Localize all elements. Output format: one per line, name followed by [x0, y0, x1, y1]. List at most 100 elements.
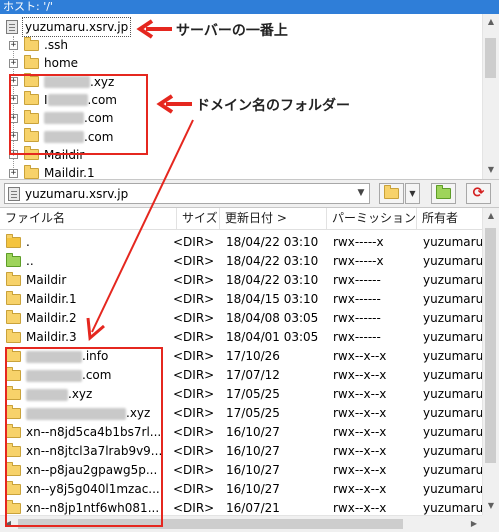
chevron-down-icon[interactable]: ▼ — [353, 184, 369, 203]
tree-item-label: Maildir.1 — [44, 166, 95, 180]
tree-item[interactable]: + Maildir.1 — [9, 164, 95, 180]
refresh-button[interactable]: ⟳ — [466, 183, 491, 204]
file-permission-cell: rwx------ — [333, 292, 381, 306]
file-permission-cell: rwx--x--x — [333, 463, 387, 477]
parent-directory-button[interactable] — [431, 183, 456, 204]
tree-item-label: home — [44, 56, 79, 71]
file-name-text: Maildir — [26, 273, 67, 287]
file-permission-cell: rwx------ — [333, 330, 381, 344]
column-header-owner[interactable]: 所有者 — [417, 208, 482, 229]
server-top-callout: サーバーの一番上 — [176, 23, 288, 39]
domain-folders-callout: ドメイン名のフォルダー — [196, 98, 350, 114]
list-scroll-thumb[interactable] — [485, 228, 496, 463]
file-size-cell: <DIR> — [173, 501, 215, 515]
file-permission-cell: rwx--x--x — [333, 501, 387, 515]
list-vertical-scrollbar[interactable]: ▲ ▼ — [482, 208, 499, 515]
column-header-permission[interactable]: パーミッション — [327, 208, 417, 229]
file-name-text: . — [26, 235, 30, 249]
scroll-down-arrow-icon[interactable]: ▼ — [483, 498, 499, 514]
file-size-cell: <DIR> — [173, 463, 215, 477]
scroll-right-arrow-icon[interactable]: ▶ — [466, 516, 482, 532]
list-domain-highlight-box — [5, 347, 163, 527]
file-permission-cell: rwx--x--x — [333, 444, 387, 458]
folder-icon — [24, 36, 39, 51]
file-size-cell: <DIR> — [173, 330, 215, 344]
file-modified-cell: 18/04/22 03:10 — [226, 273, 319, 287]
file-size-cell: <DIR> — [173, 425, 215, 439]
file-name-text: Maildir.2 — [26, 311, 77, 325]
file-modified-cell: 16/10/27 — [226, 444, 280, 458]
current-folder-icon — [6, 234, 21, 248]
file-owner-cell: yuzumaru — [423, 444, 482, 458]
file-size-cell: <DIR> — [173, 444, 215, 458]
file-name-cell: .. — [6, 252, 174, 271]
file-owner-cell: yuzumaru — [423, 349, 482, 363]
file-size-cell: <DIR> — [173, 273, 215, 287]
file-row[interactable]: Maildir.3 <DIR> 18/04/01 03:05 rwx------ yuz… — [0, 328, 482, 347]
file-permission-cell: rwx------ — [333, 273, 381, 287]
file-modified-cell: 16/07/21 — [226, 501, 280, 515]
file-modified-cell: 16/10/27 — [226, 425, 280, 439]
file-modified-cell: 17/05/25 — [226, 387, 280, 401]
file-permission-cell: rwx-----x — [333, 254, 384, 268]
folder-icon — [6, 329, 21, 343]
path-toolbar: yuzumaru.xsrv.jp ▼ ▼ ⟳ — [0, 180, 499, 208]
refresh-icon: ⟳ — [472, 185, 485, 201]
tree-item[interactable]: + .ssh — [9, 36, 68, 54]
column-header-name[interactable]: ファイル名 — [0, 208, 177, 229]
folder-menu-dropdown[interactable]: ▼ — [405, 183, 420, 204]
remote-path-label: ホスト: '/' — [3, 0, 53, 13]
remote-path-header: ホスト: '/' — [0, 0, 499, 14]
folder-icon — [6, 310, 21, 324]
file-modified-cell: 18/04/22 03:10 — [226, 254, 319, 268]
file-owner-cell: yuzumaru — [423, 235, 482, 249]
file-row[interactable]: Maildir <DIR> 18/04/22 03:10 rwx------ yuzum… — [0, 271, 482, 290]
tree-root[interactable]: yuzumaru.xsrv.jp — [6, 17, 132, 37]
open-folder-button[interactable] — [379, 183, 404, 204]
expand-toggle-icon[interactable]: + — [9, 40, 18, 50]
file-modified-cell: 18/04/08 03:05 — [226, 311, 319, 325]
file-permission-cell: rwx--x--x — [333, 482, 387, 496]
file-modified-cell: 16/10/27 — [226, 482, 280, 496]
path-combobox[interactable]: yuzumaru.xsrv.jp ▼ — [4, 183, 370, 204]
tree-item[interactable]: + home — [9, 54, 78, 72]
folder-icon — [24, 164, 39, 179]
file-owner-cell: yuzumaru — [423, 425, 482, 439]
file-modified-cell: 18/04/22 03:10 — [226, 235, 319, 249]
file-owner-cell: yuzumaru — [423, 273, 482, 287]
file-modified-cell: 18/04/01 03:05 — [226, 330, 319, 344]
tree-vertical-scrollbar[interactable]: ▲ ▼ — [482, 14, 499, 179]
file-name-cell: Maildir — [6, 271, 174, 290]
file-row[interactable]: . <DIR> 18/04/22 03:10 rwx-----x yuzumaru — [0, 233, 482, 252]
file-name-text: .. — [26, 254, 34, 268]
tree-root-label: yuzumaru.xsrv.jp — [21, 17, 132, 37]
file-permission-cell: rwx--x--x — [333, 368, 387, 382]
scroll-up-arrow-icon[interactable]: ▲ — [483, 14, 499, 30]
file-owner-cell: yuzumaru — [423, 368, 482, 382]
column-header-modified[interactable]: 更新日付 > — [220, 208, 327, 229]
file-name-text: Maildir.3 — [26, 330, 77, 344]
scroll-up-arrow-icon[interactable]: ▲ — [483, 208, 499, 224]
file-row[interactable]: Maildir.2 <DIR> 18/04/08 03:05 rwx------ yuz… — [0, 309, 482, 328]
file-modified-cell: 18/04/15 03:10 — [226, 292, 319, 306]
file-permission-cell: rwx------ — [333, 311, 381, 325]
file-permission-cell: rwx-----x — [333, 235, 384, 249]
file-owner-cell: yuzumaru — [423, 463, 482, 477]
file-modified-cell: 17/10/26 — [226, 349, 280, 363]
file-permission-cell: rwx--x--x — [333, 406, 387, 420]
server-icon — [8, 186, 20, 201]
scroll-down-arrow-icon[interactable]: ▼ — [483, 162, 499, 178]
parent-folder-icon — [436, 185, 451, 199]
file-size-cell: <DIR> — [173, 482, 215, 496]
tree-scroll-thumb[interactable] — [485, 38, 496, 78]
parent-folder-icon — [6, 253, 21, 267]
file-size-cell: <DIR> — [173, 254, 215, 268]
file-modified-cell: 17/07/12 — [226, 368, 280, 382]
path-combobox-value: yuzumaru.xsrv.jp — [25, 186, 129, 201]
file-row[interactable]: Maildir.1 <DIR> 18/04/15 03:10 rwx------ yuz… — [0, 290, 482, 309]
expand-toggle-icon[interactable]: + — [9, 168, 18, 178]
file-owner-cell: yuzumaru — [423, 482, 482, 496]
file-row[interactable]: .. <DIR> 18/04/22 03:10 rwx-----x yuzumaru — [0, 252, 482, 271]
column-header-size[interactable]: サイズ — [177, 208, 220, 229]
expand-toggle-icon[interactable]: + — [9, 58, 18, 68]
